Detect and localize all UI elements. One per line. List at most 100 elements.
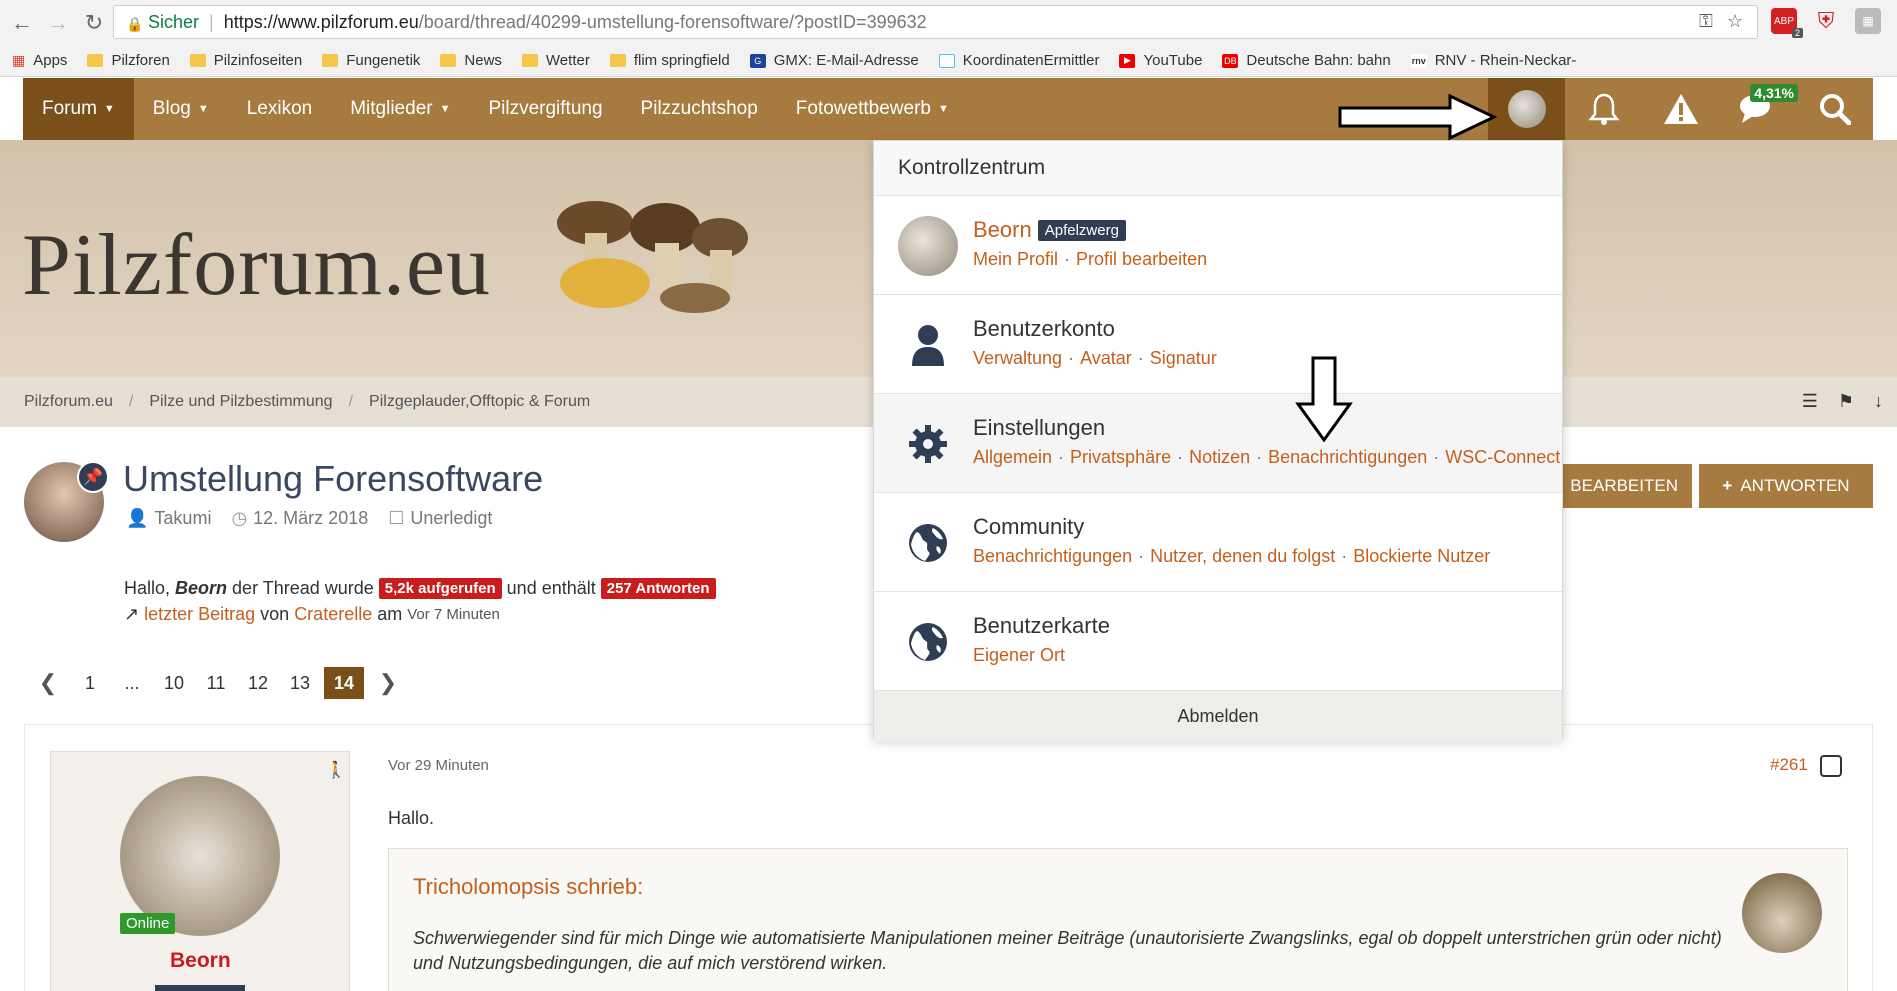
shield-icon[interactable]: ⛨: [1813, 8, 1839, 34]
thread-author[interactable]: 👤 Takumi: [126, 508, 211, 529]
arrow-down-icon[interactable]: ↓: [1874, 391, 1883, 412]
bookmark-news[interactable]: News: [440, 52, 502, 69]
bookmark-rnv[interactable]: rnv RNV - Rhein-Neckar-: [1410, 52, 1576, 69]
adblock-icon[interactable]: ABP 2: [1771, 8, 1803, 38]
nav-label: Lexikon: [246, 98, 313, 119]
link-wsc-connect[interactable]: WSC-Connect: [1445, 447, 1560, 467]
nav-label: Pilzzuchtshop: [640, 98, 758, 119]
nav-label: Pilzvergiftung: [488, 98, 603, 119]
avatar[interactable]: [898, 216, 958, 276]
page-link[interactable]: 1: [72, 667, 108, 699]
replies-badge: 257 Antworten: [600, 578, 716, 599]
breadcrumb-item[interactable]: Pilzforum.eu: [24, 393, 113, 411]
nav-blog[interactable]: Blog ▼: [134, 78, 228, 140]
url-host: https://www.pilzforum.eu: [223, 11, 419, 32]
logout-button[interactable]: Abmelden: [874, 691, 1562, 742]
link-signature[interactable]: Signatur: [1150, 348, 1217, 368]
bookmark-pilzinfoseiten[interactable]: Pilzinfoseiten: [189, 52, 303, 69]
nav-mitglieder[interactable]: Mitglieder ▼: [331, 78, 469, 140]
nav-pilzzuchtshop[interactable]: Pilzzuchtshop: [622, 78, 777, 140]
conversations-icon[interactable]: 4,31%: [1719, 78, 1798, 140]
views-badge: 5,2k aufgerufen: [378, 578, 502, 599]
rank-badge: Apfelzwerg: [1037, 219, 1126, 241]
nav-label: Blog: [152, 98, 191, 119]
last-post-link[interactable]: letzter Beitrag: [144, 604, 255, 625]
link-following[interactable]: Nutzer, denen du folgst: [1150, 546, 1335, 566]
page-link[interactable]: 12: [240, 667, 276, 699]
bookmark-gmx[interactable]: G GMX: E-Mail-Adresse: [749, 52, 919, 69]
nav-pilzvergiftung[interactable]: Pilzvergiftung: [469, 78, 621, 140]
link-edit-profile[interactable]: Profil bearbeiten: [1076, 249, 1207, 269]
post-author-avatar[interactable]: [120, 776, 280, 936]
bookmark-apps[interactable]: ▦ Apps: [12, 52, 67, 69]
link-blocked-users[interactable]: Blockierte Nutzer: [1353, 546, 1490, 566]
bookmark-koordinaten[interactable]: KoordinatenErmittler: [938, 52, 1099, 69]
settings-links: Allgemein · Privatsphäre · Notizen · Benachric…: [973, 447, 1560, 468]
reply-button[interactable]: + ANTWORTEN: [1699, 464, 1873, 508]
checkbox-icon: ☐: [388, 508, 405, 528]
chevron-right-icon[interactable]: ❯: [370, 667, 406, 699]
user-menu-button[interactable]: [1488, 78, 1565, 140]
page-link[interactable]: 10: [156, 667, 192, 699]
quote-author-avatar: [1742, 873, 1822, 953]
bookmark-youtube[interactable]: ▶ YouTube: [1119, 52, 1202, 69]
extension-icon[interactable]: ▦: [1855, 8, 1881, 34]
bookmark-icon[interactable]: ⚑: [1838, 391, 1854, 412]
post-author-name[interactable]: Beorn: [170, 949, 231, 973]
breadcrumb-item[interactable]: Pilzgeplauder,Offtopic & Forum: [369, 393, 590, 411]
bookmark-label: Apps: [33, 52, 68, 69]
hello-user: Beorn: [175, 578, 228, 598]
reload-icon[interactable]: ↻: [80, 9, 108, 37]
link-separator: ·: [1138, 546, 1145, 566]
last-post-user[interactable]: Craterelle: [294, 604, 372, 625]
link-notifications-settings[interactable]: Benachrichtigungen: [1268, 447, 1427, 467]
nav-fotowettbewerb[interactable]: Fotowettbewerb ▼: [777, 78, 968, 140]
warning-icon[interactable]: [1642, 78, 1719, 140]
thread-meta: 👤 Takumi ◷ 12. März 2018 ☐ Unerledigt: [126, 508, 492, 529]
search-icon[interactable]: [1796, 78, 1873, 140]
link-own-location[interactable]: Eigener Ort: [973, 645, 1065, 665]
nav-label: Forum: [42, 98, 97, 119]
bookmark-label: Fungenetik: [346, 52, 421, 69]
chevron-left-icon[interactable]: ❮: [30, 667, 66, 699]
list-icon[interactable]: ☰: [1802, 391, 1818, 412]
link-privacy[interactable]: Privatsphäre: [1070, 447, 1171, 467]
bookmark-wetter[interactable]: Wetter: [521, 52, 590, 69]
link-notes[interactable]: Notizen: [1189, 447, 1250, 467]
bookmark-label: Pilzinfoseiten: [213, 52, 303, 69]
bookmark-label: Pilzforen: [111, 52, 170, 69]
page-link[interactable]: 11: [198, 667, 234, 699]
post-number[interactable]: #261: [1770, 755, 1808, 775]
bell-icon[interactable]: [1565, 78, 1642, 140]
nav-lexikon[interactable]: Lexikon: [228, 78, 332, 140]
panel-row-usermap: Benutzerkarte Eigener Ort: [874, 592, 1562, 691]
key-icon[interactable]: ⚿: [1699, 11, 1713, 32]
db-icon: DB: [1222, 53, 1239, 68]
edit-button[interactable]: BEARBEITEN: [1562, 464, 1692, 508]
page-link[interactable]: 13: [282, 667, 318, 699]
quote-author[interactable]: Tricholomopsis schrieb:: [413, 874, 643, 900]
post-select-checkbox[interactable]: [1820, 755, 1842, 777]
link-notifications[interactable]: Benachrichtigungen: [973, 546, 1132, 566]
breadcrumb-item[interactable]: Pilze und Pilzbestimmung: [149, 393, 332, 411]
site-logo[interactable]: Pilzforum.eu: [22, 215, 491, 316]
community-links: Benachrichtigungen · Nutzer, denen du folg…: [973, 546, 1490, 567]
main-navigation: Forum ▼ Blog ▼ Lexikon Mitglieder ▼ Pilzver…: [23, 78, 1873, 140]
link-separator: ·: [1433, 447, 1440, 467]
post-time[interactable]: Vor 29 Minuten: [388, 757, 489, 774]
link-management[interactable]: Verwaltung: [973, 348, 1062, 368]
bookmark-bahn[interactable]: DB Deutsche Bahn: bahn: [1222, 52, 1391, 69]
link-my-profile[interactable]: Mein Profil: [973, 249, 1058, 269]
profile-name[interactable]: Beorn: [973, 217, 1032, 243]
bookmark-flim[interactable]: flim springfield: [609, 52, 730, 69]
star-icon[interactable]: ☆: [1727, 11, 1743, 32]
thread-stats-line: Hallo, Beorn der Thread wurde 5,2k aufge…: [124, 578, 716, 599]
bookmark-fungenetik[interactable]: Fungenetik: [322, 52, 420, 69]
address-bar[interactable]: 🔒 Sicher | https://www.pilzforum.eu/boar…: [113, 5, 1758, 39]
link-avatar[interactable]: Avatar: [1080, 348, 1132, 368]
nav-forum[interactable]: Forum ▼: [23, 78, 134, 140]
bookmark-pilzforen[interactable]: Pilzforen: [87, 52, 170, 69]
link-general[interactable]: Allgemein: [973, 447, 1052, 467]
back-icon[interactable]: ←: [8, 9, 36, 37]
forward-icon[interactable]: →: [44, 9, 72, 37]
